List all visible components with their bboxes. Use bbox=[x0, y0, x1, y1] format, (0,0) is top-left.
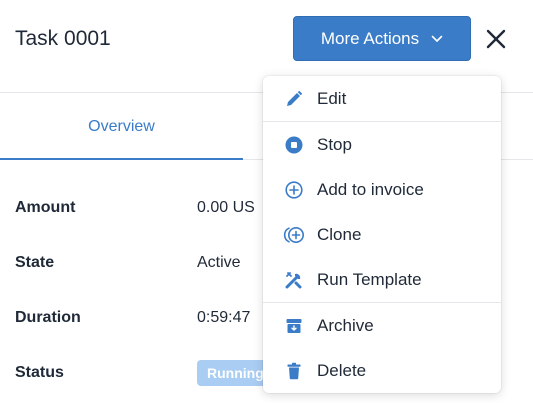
menu-item-label: Stop bbox=[317, 134, 352, 154]
menu-item-stop[interactable]: Stop bbox=[263, 122, 501, 167]
detail-value-state: Active bbox=[197, 254, 241, 271]
menu-item-label: Clone bbox=[317, 224, 362, 244]
trash-icon bbox=[283, 360, 305, 382]
menu-item-label: Add to invoice bbox=[317, 179, 424, 199]
detail-value-duration: 0:59:47 bbox=[197, 309, 251, 326]
archive-icon bbox=[283, 315, 305, 337]
detail-value-amount: 0.00 US bbox=[197, 199, 255, 216]
menu-item-edit[interactable]: Edit bbox=[263, 76, 501, 121]
more-actions-label: More Actions bbox=[320, 28, 420, 48]
page-title: Task 0001 bbox=[15, 27, 111, 50]
menu-item-label: Delete bbox=[317, 360, 367, 380]
stop-circle-icon bbox=[283, 134, 305, 156]
menu-item-label: Archive bbox=[317, 315, 374, 335]
detail-label-amount: Amount bbox=[15, 199, 76, 216]
menu-item-label: Edit bbox=[317, 88, 347, 108]
menu-item-run-template[interactable]: Run Template bbox=[263, 257, 501, 302]
clone-icon bbox=[283, 224, 305, 246]
pencil-icon bbox=[283, 88, 305, 110]
chevron-down-icon bbox=[431, 35, 443, 43]
menu-item-label: Run Template bbox=[317, 269, 422, 289]
tab-overview[interactable]: Overview bbox=[0, 93, 243, 160]
menu-item-archive[interactable]: Archive bbox=[263, 303, 501, 348]
menu-item-delete[interactable]: Delete bbox=[263, 348, 501, 393]
detail-label-status: Status bbox=[15, 364, 64, 381]
menu-item-clone[interactable]: Clone bbox=[263, 212, 501, 257]
plus-circle-icon bbox=[283, 179, 305, 201]
more-actions-menu: Edit Stop Add to invoice Clone Run Templ… bbox=[263, 76, 501, 393]
tools-icon bbox=[283, 269, 305, 291]
more-actions-button[interactable]: More Actions bbox=[293, 16, 471, 61]
close-icon[interactable] bbox=[484, 27, 508, 51]
detail-label-state: State bbox=[15, 254, 55, 271]
menu-item-add-to-invoice[interactable]: Add to invoice bbox=[263, 167, 501, 212]
tab-active-indicator bbox=[0, 158, 243, 160]
detail-label-duration: Duration bbox=[15, 309, 81, 326]
